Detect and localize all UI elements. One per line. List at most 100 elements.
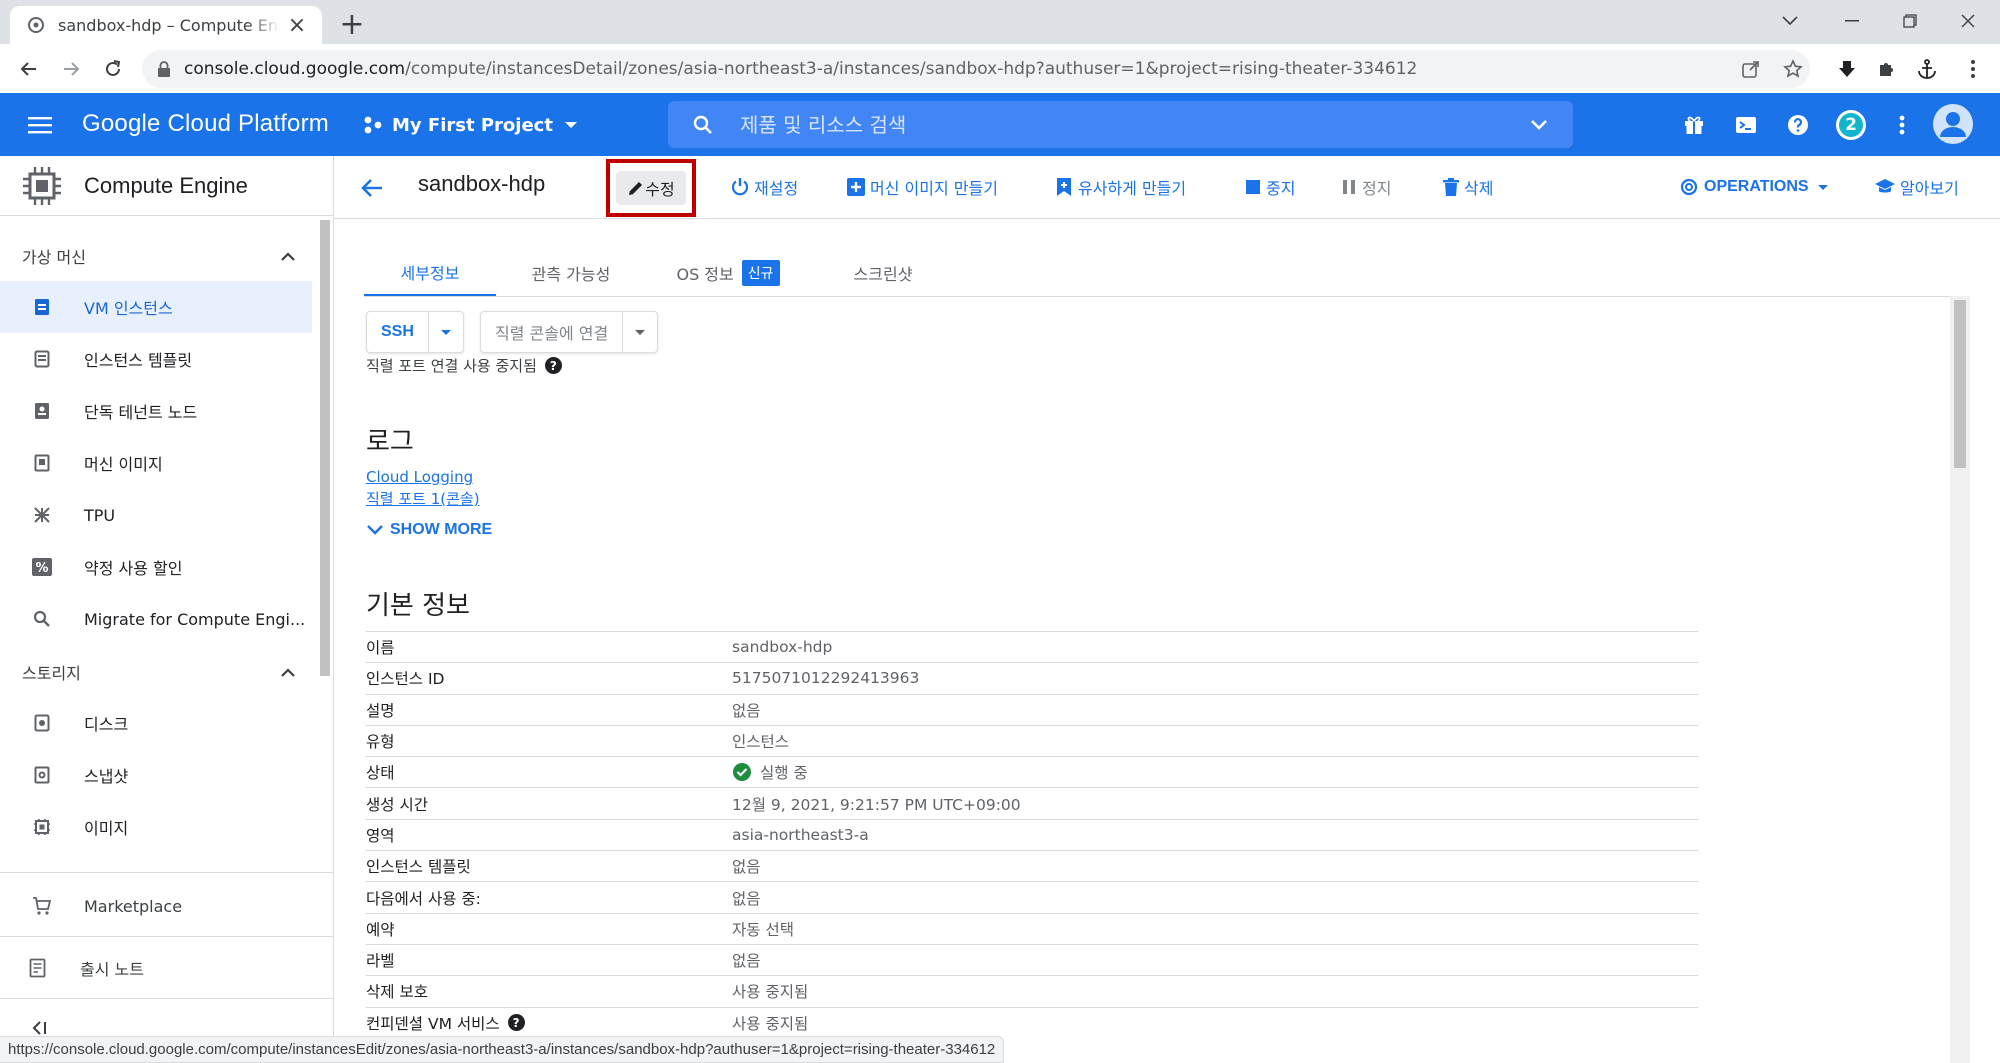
learn-button[interactable]: 알아보기	[1874, 172, 1959, 202]
reset-button[interactable]: 재설정	[730, 172, 798, 202]
sidebar-item-instance-templates[interactable]: 인스턴스 템플릿	[0, 333, 312, 385]
ssh-dropdown-icon[interactable]	[429, 312, 463, 352]
sidebar-item-disks[interactable]: 디스크	[0, 697, 312, 749]
project-name: My First Project	[392, 114, 553, 136]
chevron-down-icon[interactable]	[1528, 114, 1550, 136]
search-box[interactable]	[668, 101, 1573, 148]
anchor-icon[interactable]	[1914, 56, 1940, 82]
create-similar-button[interactable]: 유사하게 만들기	[1054, 172, 1186, 202]
serial-port-link[interactable]: 직렬 포트 1(콘솔)	[366, 488, 480, 509]
machine-image-icon	[30, 451, 54, 475]
hamburger-menu-icon[interactable]	[26, 111, 54, 139]
cloud-shell-icon[interactable]	[1732, 111, 1760, 139]
table-row: 인스턴스 템플릿 없음	[366, 850, 1698, 881]
sidebar-item-images[interactable]: 이미지	[0, 801, 312, 853]
tab-observability[interactable]: 관측 가능성	[496, 249, 646, 297]
sidebar-item-release-notes[interactable]: 출시 노트	[0, 942, 312, 994]
serial-console-button[interactable]: 직렬 콘솔에 연결	[481, 312, 624, 352]
help-icon[interactable]: ?	[507, 1014, 525, 1032]
section-vm-header[interactable]: 가상 머신	[0, 236, 318, 276]
gift-icon[interactable]	[1680, 111, 1708, 139]
sidebar-item-label: 약정 사용 할인	[84, 559, 183, 578]
show-more-label: SHOW MORE	[390, 521, 493, 538]
row-key: 상태	[366, 764, 395, 783]
stop-button[interactable]: 중지	[1244, 172, 1295, 202]
sidebar-scrollbar[interactable]	[320, 220, 330, 676]
edit-button[interactable]: 수정	[616, 171, 686, 205]
account-avatar-icon[interactable]	[1932, 103, 1974, 145]
browser-menu-icon[interactable]	[1960, 56, 1986, 82]
sidebar-item-label: 이미지	[84, 819, 129, 838]
star-icon[interactable]	[1782, 58, 1804, 80]
operations-button[interactable]: OPERATIONS	[1680, 172, 1835, 202]
search-icon	[30, 607, 54, 631]
brand-title[interactable]: Google Cloud Platform	[82, 110, 329, 138]
table-row: 삭제 보호 사용 중지됨	[366, 975, 1698, 1006]
more-vert-icon[interactable]	[1888, 111, 1916, 139]
show-more-button[interactable]: SHOW MORE	[366, 521, 492, 539]
lock-icon[interactable]	[154, 59, 174, 79]
tab-screenshot[interactable]: 스크린샷	[818, 249, 948, 297]
url-host: console.cloud.google.com	[184, 59, 406, 79]
row-value: 없음	[732, 889, 761, 908]
content-scrollbar[interactable]	[1954, 300, 1966, 468]
image-icon	[30, 815, 54, 839]
back-arrow-icon[interactable]	[12, 52, 46, 86]
help-icon[interactable]	[1784, 111, 1812, 139]
row-key: 인스턴스 ID	[366, 670, 445, 689]
puzzle-icon[interactable]	[1874, 56, 1900, 82]
suspend-button[interactable]: 정지	[1340, 172, 1391, 202]
sidebar-item-tpu[interactable]: TPU	[0, 489, 312, 541]
sidebar-divider	[0, 936, 333, 937]
logs-heading: 로그	[366, 427, 414, 457]
new-tab-icon[interactable]: +	[336, 7, 368, 42]
sidebar-item-sole-tenant-nodes[interactable]: 단독 테넌트 노드	[0, 385, 312, 437]
reload-icon[interactable]	[96, 52, 130, 86]
row-value: 인스턴스	[732, 733, 790, 752]
search-input[interactable]	[740, 112, 1500, 137]
sidebar-item-migrate[interactable]: Migrate for Compute Engi...	[0, 593, 312, 645]
table-row: 영역 asia-northeast3-a	[366, 818, 1698, 850]
delete-label: 삭제	[1464, 179, 1494, 198]
tab-search-icon[interactable]	[1762, 0, 1818, 42]
tab-os-info[interactable]: OS 정보 신규	[658, 249, 798, 297]
sidebar-item-machine-images[interactable]: 머신 이미지	[0, 437, 312, 489]
pause-icon	[1343, 180, 1355, 194]
close-icon[interactable]: ×	[286, 13, 308, 38]
status-value: 실행 중	[732, 761, 808, 783]
notification-count: 2	[1845, 115, 1857, 135]
table-row: 설명 없음	[366, 693, 1698, 725]
sidebar-item-vm-instances[interactable]: VM 인스턴스	[0, 281, 312, 333]
project-selector[interactable]: My First Project	[362, 111, 581, 139]
sidebar-item-snapshots[interactable]: 스냅샷	[0, 749, 312, 801]
serial-console-split-button: 직렬 콘솔에 연결	[480, 311, 659, 353]
snapshot-icon	[30, 763, 54, 787]
forward-arrow-icon[interactable]	[54, 52, 88, 86]
cloud-logging-link[interactable]: Cloud Logging	[366, 468, 473, 486]
table-row: 상태 실행 중	[366, 756, 1698, 787]
sidebar-item-committed-use[interactable]: % 약정 사용 할인	[0, 541, 312, 593]
status-text: 실행 중	[760, 764, 808, 783]
release-notes-icon	[26, 956, 50, 980]
serial-dropdown-icon[interactable]	[623, 312, 657, 352]
row-value: asia-northeast3-a	[732, 825, 869, 844]
ssh-button[interactable]: SSH	[367, 312, 429, 352]
browser-tab[interactable]: sandbox-hdp – Compute Engine ×	[10, 6, 322, 44]
extension-download-icon[interactable]	[1834, 56, 1860, 82]
window-close-icon[interactable]	[1940, 0, 1996, 42]
gcp-favicon-icon	[26, 15, 46, 35]
restore-icon[interactable]	[1882, 0, 1938, 42]
delete-button[interactable]: 삭제	[1442, 172, 1493, 202]
help-icon[interactable]: ?	[544, 357, 562, 374]
sidebar-item-marketplace[interactable]: Marketplace	[0, 880, 312, 932]
notifications-icon[interactable]: 2	[1834, 108, 1868, 142]
tab-details[interactable]: 세부정보	[364, 249, 496, 297]
create-machine-image-button[interactable]: 머신 이미지 만들기	[846, 172, 998, 202]
address-bar[interactable]: console.cloud.google.com/compute/instanc…	[142, 50, 1810, 88]
share-icon[interactable]	[1740, 58, 1762, 80]
browser-tabstrip: sandbox-hdp – Compute Engine × +	[0, 0, 2000, 44]
minimize-icon[interactable]	[1824, 0, 1880, 42]
back-arrow-icon[interactable]	[358, 174, 386, 202]
sidebar-item-label: 머신 이미지	[84, 455, 163, 474]
section-storage-header[interactable]: 스토리지	[0, 652, 318, 692]
